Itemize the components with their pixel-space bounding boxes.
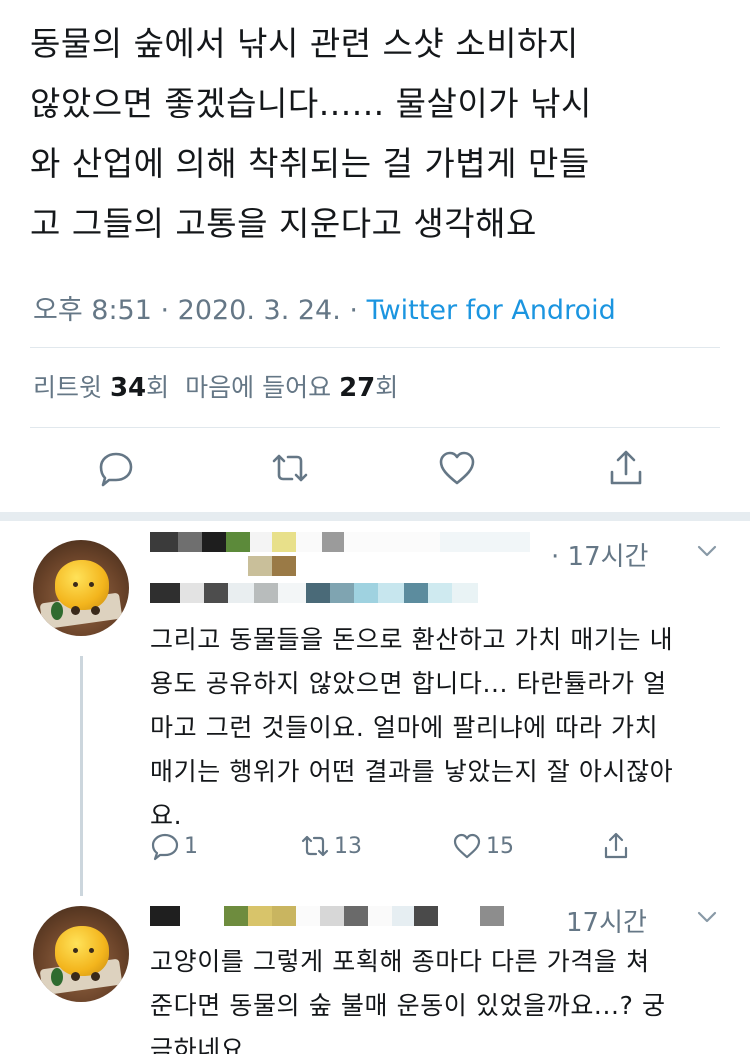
retweet-button[interactable]	[270, 448, 314, 496]
redacted-display-name	[150, 556, 296, 578]
tweet-timestamp[interactable]: 오후 8:51 · 2020. 3. 24. ·	[33, 295, 367, 326]
heart-icon	[453, 833, 481, 859]
retweet-count: 13	[334, 833, 362, 859]
retweets-stat[interactable]: 리트윗 34회	[33, 373, 170, 403]
reply-text-line: 금하네요.......	[150, 1035, 305, 1054]
chevron-down-icon	[697, 911, 717, 923]
reply-text-line: 마고 그런 것들이요. 얼마에 팔리냐에 따라 가치	[150, 713, 659, 742]
reply-count: 1	[184, 833, 198, 859]
redacted-display-name	[150, 532, 530, 552]
like-button[interactable]: 15	[452, 828, 514, 864]
share-button[interactable]	[606, 448, 650, 496]
reply-button[interactable]: 1	[150, 828, 198, 864]
tweet-client-link[interactable]: Twitter for Android	[367, 295, 616, 326]
more-options-button[interactable]	[694, 538, 720, 564]
likes-unit: 회	[375, 373, 399, 402]
tweet-text: 동물의 숲에서 낚시 관련 스샷 소비하지 않았으면 좋겠습니다...... 물…	[30, 14, 730, 254]
retweets-unit: 회	[146, 373, 170, 402]
avatar[interactable]	[33, 540, 129, 636]
share-icon	[604, 832, 628, 859]
chevron-down-icon	[697, 545, 717, 557]
retweet-icon	[301, 835, 329, 857]
likes-count: 27	[339, 373, 376, 403]
reply-text-line: 그리고 동물들을 돈으로 환산하고 가치 매기는 내	[150, 625, 674, 654]
reply-action-bar: 1 13 15	[0, 828, 750, 864]
reply-text-line: 용도 공유하지 않았으면 합니다... 타란튤라가 얼	[150, 669, 667, 698]
redacted-display-name	[150, 906, 504, 926]
divider	[30, 347, 720, 348]
tweet-stats: 리트윗 34회 마음에 들어요 27회	[33, 368, 398, 404]
tweet-text-line: 와 산업에 의해 착취되는 걸 가볍게 만들	[30, 144, 590, 183]
reply-icon	[99, 452, 133, 487]
avatar[interactable]	[33, 906, 129, 1002]
tweet-text-line: 고 그들의 고통을 지운다고 생각해요	[30, 204, 537, 243]
redacted-username	[150, 583, 478, 603]
divider	[30, 427, 720, 428]
reply-button[interactable]	[96, 448, 140, 496]
tweet-action-bar	[0, 448, 750, 496]
reply-text-line: 고양이를 그렇게 포획해 종마다 다른 가격을 쳐	[150, 947, 650, 976]
reply-text: 그리고 동물들을 돈으로 환산하고 가치 매기는 내 용도 공유하지 않았으면 …	[150, 618, 730, 838]
reply-text-line: 준다면 동물의 숲 불매 운동이 있었을까요...? 궁	[150, 991, 666, 1020]
tweet-text-line: 동물의 숲에서 낚시 관련 스샷 소비하지	[30, 24, 579, 63]
likes-stat[interactable]: 마음에 들어요 27회	[185, 373, 399, 403]
retweets-label: 리트윗	[33, 373, 110, 402]
like-button[interactable]	[437, 448, 481, 496]
reply-time[interactable]: 17시간	[566, 902, 647, 939]
tweet-meta: 오후 8:51 · 2020. 3. 24. · Twitter for And…	[33, 288, 616, 327]
reply-text-line: 매기는 행위가 어떤 결과를 낳았는지 잘 아시잖아	[150, 757, 674, 786]
reply-icon	[151, 833, 179, 861]
likes-label: 마음에 들어요	[185, 373, 340, 402]
tweet-text-line: 않았으면 좋겠습니다...... 물살이가 낚시	[30, 84, 592, 123]
like-count: 15	[486, 833, 514, 859]
reply-text: 고양이를 그렇게 포획해 종마다 다른 가격을 쳐 준다면 동물의 숲 불매 운…	[150, 940, 730, 1054]
reply-time[interactable]: · 17시간	[551, 536, 648, 573]
share-icon	[610, 450, 642, 485]
retweet-button[interactable]: 13	[300, 828, 362, 864]
share-button[interactable]	[601, 828, 631, 864]
section-separator	[0, 512, 750, 521]
retweets-count: 34	[109, 373, 147, 403]
heart-icon	[439, 451, 475, 485]
more-options-button[interactable]	[694, 904, 720, 930]
retweet-icon	[272, 454, 308, 482]
